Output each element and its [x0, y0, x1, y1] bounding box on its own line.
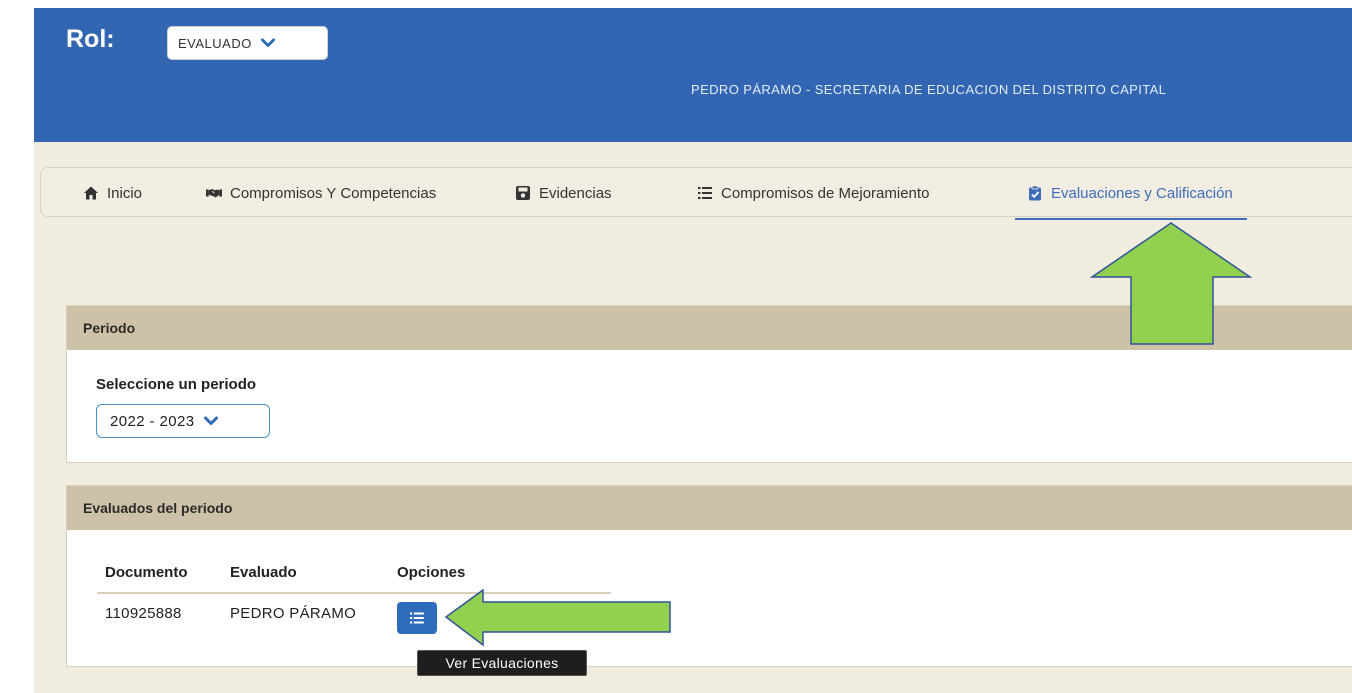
chevron-down-icon: [204, 416, 219, 425]
periodo-select-label: Seleccione un periodo: [96, 376, 257, 393]
periodo-select-value: 2022 - 2023: [110, 412, 195, 430]
periodo-select[interactable]: 2022 - 2023: [96, 404, 270, 438]
nav-item-label: Evaluaciones y Calificación: [1051, 184, 1233, 202]
nav-item-evidencias[interactable]: Evidencias: [515, 168, 612, 218]
nav-item-label: Evidencias: [539, 184, 612, 202]
role-select[interactable]: EVALUADO: [167, 26, 328, 60]
list-icon: [698, 187, 712, 199]
column-header-documento: Documento: [105, 564, 188, 581]
main-nav: Inicio Compromisos Y Competencias Eviden…: [40, 167, 1352, 220]
nav-item-label: Compromisos Y Competencias: [230, 184, 437, 202]
role-select-value: EVALUADO: [178, 35, 252, 51]
clipboard-check-icon: [1029, 185, 1041, 201]
nav-item-label: Compromisos de Mejoramiento: [721, 184, 930, 202]
list-icon: [410, 612, 424, 624]
top-header: Rol: EVALUADO PEDRO PÁRAMO - SECRETARIA …: [34, 8, 1352, 142]
left-arrow-annotation-icon: [444, 588, 671, 647]
nav-item-compromisos-competencias[interactable]: Compromisos Y Competencias: [206, 168, 436, 218]
chevron-down-icon: [260, 38, 275, 47]
nav-item-compromisos-mejoramiento[interactable]: Compromisos de Mejoramiento: [697, 168, 929, 218]
user-institution-label: PEDRO PÁRAMO - SECRETARIA DE EDUCACION D…: [691, 82, 1167, 97]
nav-item-inicio[interactable]: Inicio: [83, 168, 142, 218]
ver-evaluaciones-tooltip: Ver Evaluaciones: [417, 650, 587, 676]
nav-item-evaluaciones-calificacion[interactable]: Evaluaciones y Calificación: [1015, 168, 1247, 220]
save-icon: [516, 186, 530, 200]
up-arrow-annotation-icon: [1089, 222, 1253, 345]
role-label: Rol:: [66, 25, 115, 53]
evaluados-panel-title: Evaluados del periodo: [67, 486, 1352, 530]
home-icon: [84, 186, 98, 200]
cell-evaluado: PEDRO PÁRAMO: [230, 605, 357, 622]
handshake-icon: [206, 189, 222, 198]
column-header-evaluado: Evaluado: [230, 564, 297, 581]
cell-documento: 110925888: [105, 605, 182, 622]
column-header-opciones: Opciones: [397, 564, 466, 581]
nav-item-label: Inicio: [107, 184, 143, 202]
ver-evaluaciones-button[interactable]: [397, 602, 437, 634]
evaluados-panel: Evaluados del periodo Documento Evaluado…: [66, 485, 1352, 667]
